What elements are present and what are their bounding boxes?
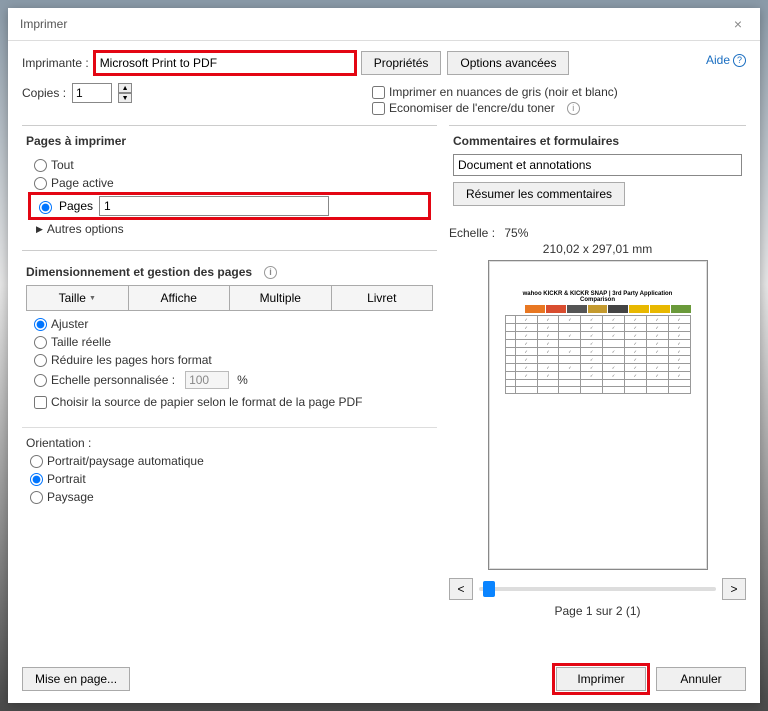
radio-all-input[interactable]	[34, 159, 47, 172]
ink-label: Economiser de l'encre/du toner	[389, 101, 555, 115]
left-column: Pages à imprimer Tout Page active Pages	[22, 125, 437, 645]
pages-fieldset: Pages à imprimer Tout Page active Pages	[22, 125, 437, 244]
custom-scale-input[interactable]	[185, 371, 229, 389]
grayscale-check-row[interactable]: Imprimer en nuances de gris (noir et bla…	[372, 85, 746, 99]
properties-button[interactable]: Propriétés	[361, 51, 442, 75]
preview-table: ✓✓✓✓✓✓✓✓ ✓✓✓✓✓✓✓ ✓✓✓✓✓✓✓✓ ✓✓✓✓✓✓ ✓✓✓✓✓✓✓…	[505, 315, 691, 394]
window-title: Imprimer	[20, 17, 67, 31]
help-link[interactable]: Aide ?	[706, 53, 746, 67]
prev-page-button[interactable]: <	[449, 578, 473, 600]
comments-title: Commentaires et formulaires	[453, 134, 625, 148]
radio-portrait[interactable]: Portrait	[30, 472, 429, 486]
printer-select[interactable]: Microsoft Print to PDF	[95, 52, 355, 74]
radio-shrink-input[interactable]	[34, 354, 47, 367]
pages-title: Pages à imprimer	[26, 134, 132, 148]
radio-shrink[interactable]: Réduire les pages hors format	[34, 353, 425, 367]
other-options-toggle[interactable]: ▶ Autres options	[36, 222, 423, 236]
orientation-title: Orientation :	[26, 436, 433, 450]
echelle-value: 75%	[504, 226, 528, 240]
radio-pages-input[interactable]	[39, 201, 52, 214]
page-setup-button[interactable]: Mise en page...	[22, 667, 130, 691]
slider-thumb[interactable]	[483, 581, 495, 597]
summarize-comments-button[interactable]: Résumer les commentaires	[453, 182, 625, 206]
radio-portrait-input[interactable]	[30, 473, 43, 486]
print-dialog: Imprimer × Imprimante : Microsoft Print …	[8, 8, 760, 703]
grayscale-checkbox[interactable]	[372, 86, 385, 99]
copies-label: Copies :	[22, 86, 66, 100]
tab-booklet[interactable]: Livret	[332, 285, 434, 311]
radio-fit[interactable]: Ajuster	[34, 317, 425, 331]
info-icon: i	[264, 266, 277, 279]
pages-input[interactable]	[99, 196, 329, 216]
radio-landscape-input[interactable]	[30, 491, 43, 504]
cancel-button[interactable]: Annuler	[656, 667, 746, 691]
divider	[22, 427, 437, 428]
ink-check-row[interactable]: Economiser de l'encre/du toner i	[372, 101, 746, 115]
paper-source-check[interactable]: Choisir la source de papier selon le for…	[34, 395, 425, 409]
radio-all[interactable]: Tout	[34, 158, 425, 172]
preview-doc-title: wahoo KICKR & KICKR SNAP | 3rd Party App…	[505, 291, 691, 303]
orientation-section: Orientation : Portrait/paysage automatiq…	[22, 436, 437, 504]
comments-select[interactable]: Document et annotations	[453, 154, 742, 176]
copies-down-button[interactable]: ▼	[118, 93, 132, 103]
radio-pages-label: Pages	[59, 199, 93, 213]
preview-wrap: wahoo KICKR & KICKR SNAP | 3rd Party App…	[449, 260, 746, 645]
tab-multiple[interactable]: Multiple	[230, 285, 332, 311]
radio-custom[interactable]: Echelle personnalisée : %	[34, 371, 425, 389]
copies-up-button[interactable]: ▲	[118, 83, 132, 93]
radio-active[interactable]: Page active	[34, 176, 425, 190]
radio-actual-input[interactable]	[34, 336, 47, 349]
radio-auto-orient[interactable]: Portrait/paysage automatique	[30, 454, 429, 468]
radio-actual[interactable]: Taille réelle	[34, 335, 425, 349]
radio-custom-input[interactable]	[34, 374, 47, 387]
size-title: Dimensionnement et gestion des pages i	[26, 265, 433, 279]
preview-page: wahoo KICKR & KICKR SNAP | 3rd Party App…	[488, 260, 708, 570]
paper-source-checkbox[interactable]	[34, 396, 47, 409]
grayscale-label: Imprimer en nuances de gris (noir et bla…	[389, 85, 618, 99]
tab-poster[interactable]: Affiche	[129, 285, 231, 311]
pages-row: Pages	[30, 194, 429, 218]
titlebar: Imprimer ×	[8, 8, 760, 41]
comments-fieldset: Commentaires et formulaires Document et …	[449, 125, 746, 210]
preview-header-icons	[505, 305, 691, 313]
close-icon[interactable]: ×	[728, 16, 748, 32]
page-counter: Page 1 sur 2 (1)	[554, 604, 640, 618]
print-options-col: Imprimer en nuances de gris (noir et bla…	[372, 83, 746, 117]
next-page-button[interactable]: >	[722, 578, 746, 600]
printer-label: Imprimante :	[22, 56, 89, 70]
right-column: Commentaires et formulaires Document et …	[449, 125, 746, 645]
print-button[interactable]: Imprimer	[556, 667, 646, 691]
echelle-row: Echelle : 75%	[449, 226, 746, 240]
page-slider[interactable]	[479, 587, 716, 591]
print-button-highlight: Imprimer	[554, 665, 648, 693]
main-columns: Pages à imprimer Tout Page active Pages	[22, 125, 746, 645]
size-tabs: Taille▼ Affiche Multiple Livret	[26, 285, 433, 311]
radio-auto-input[interactable]	[30, 455, 43, 468]
help-label: Aide	[706, 53, 730, 67]
copies-input[interactable]	[72, 83, 112, 103]
chevron-right-icon: ▶	[36, 224, 43, 235]
tab-size[interactable]: Taille▼	[26, 285, 129, 311]
chevron-down-icon: ▼	[89, 295, 96, 302]
copies-spinner: ▲ ▼	[118, 83, 132, 103]
printer-row: Imprimante : Microsoft Print to PDF Prop…	[22, 51, 746, 75]
help-icon: ?	[733, 54, 746, 67]
preview-nav: < >	[449, 578, 746, 600]
radio-active-input[interactable]	[34, 177, 47, 190]
dimensions-label: 210,02 x 297,01 mm	[449, 242, 746, 256]
info-icon: i	[567, 102, 580, 115]
advanced-options-button[interactable]: Options avancées	[447, 51, 569, 75]
radio-landscape[interactable]: Paysage	[30, 490, 429, 504]
content: Imprimante : Microsoft Print to PDF Prop…	[8, 41, 760, 655]
radio-fit-input[interactable]	[34, 318, 47, 331]
ink-checkbox[interactable]	[372, 102, 385, 115]
footer: Mise en page... Imprimer Annuler	[8, 655, 760, 703]
size-fieldset: Dimensionnement et gestion des pages i T…	[22, 250, 437, 419]
